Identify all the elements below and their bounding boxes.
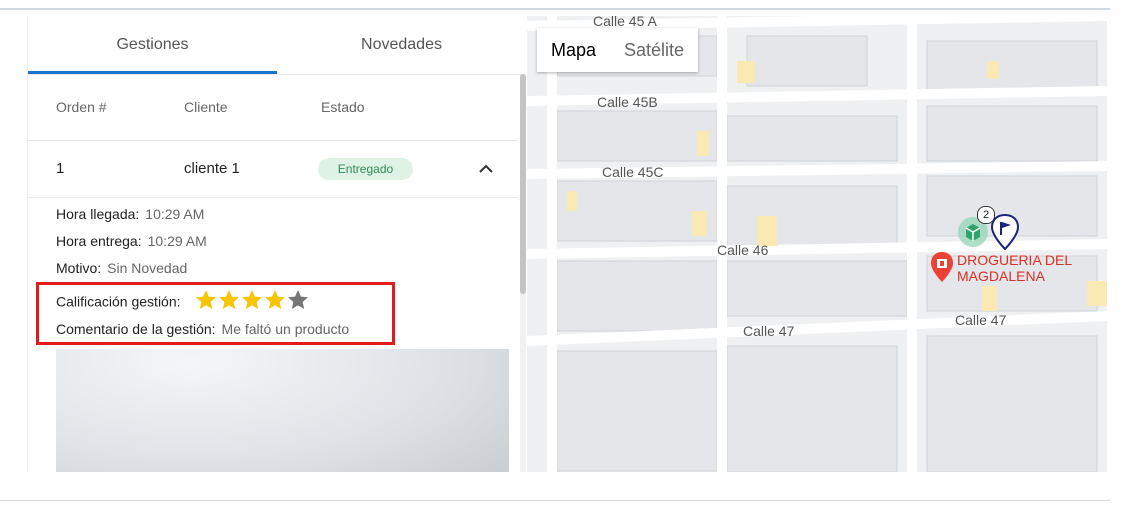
street-label: Calle 46 [717, 242, 769, 258]
poi-pin-icon[interactable] [931, 252, 953, 287]
reason-row: Motivo: Sin Novedad [56, 260, 187, 276]
arrival-time-value: 10:29 AM [145, 206, 205, 222]
scrollbar-thumb[interactable] [520, 74, 526, 294]
status-badge: Entregado [318, 158, 413, 180]
deliveries-panel: Gestiones Novedades Orden # Cliente Esta… [27, 16, 526, 472]
tab-novedades[interactable]: Novedades [277, 16, 526, 74]
street-label: Calle 45C [602, 164, 664, 180]
street-label: Calle 47 [743, 323, 795, 339]
column-header-cliente: Cliente [184, 99, 228, 115]
street-label: Calle 47 [955, 312, 1007, 328]
chevron-up-icon[interactable] [476, 159, 496, 179]
table-header: Orden # Cliente Estado [28, 74, 518, 141]
street-label: Calle 45B [597, 94, 658, 110]
order-number: 1 [56, 160, 65, 177]
flag-marker-icon[interactable] [990, 213, 1020, 255]
top-divider [0, 8, 1110, 10]
street-label: Calle 45 A [593, 16, 657, 29]
delivery-time-value: 10:29 AM [147, 233, 207, 249]
map-type-control: Mapa Satélite [537, 28, 699, 72]
tab-bar: Gestiones Novedades [28, 16, 526, 75]
poi-name-line2[interactable]: MAGDALENA [957, 268, 1045, 284]
map-streets-svg [527, 16, 1107, 472]
reason-label: Motivo: [56, 260, 102, 276]
bottom-divider [0, 500, 1110, 501]
client-name: cliente 1 [184, 160, 240, 177]
tab-gestiones[interactable]: Gestiones [28, 16, 277, 74]
column-header-orden: Orden # [56, 99, 107, 115]
column-header-estado: Estado [321, 99, 365, 115]
map-view[interactable]: Mapa Satélite Calle 45 A Calle 45B Calle… [527, 16, 1107, 472]
delivery-time-row: Hora entrega: 10:29 AM [56, 233, 207, 249]
delivery-time-label: Hora entrega: [56, 233, 142, 249]
arrival-time-label: Hora llegada: [56, 206, 140, 222]
reason-value: Sin Novedad [107, 260, 188, 276]
rating-highlight-box [36, 282, 395, 345]
map-type-map-button[interactable]: Mapa [537, 28, 610, 72]
table-row[interactable]: 1 cliente 1 Entregado [28, 141, 518, 198]
map-type-satellite-button[interactable]: Satélite [610, 28, 698, 72]
delivery-photo[interactable] [56, 349, 509, 472]
arrival-time-row: Hora llegada: 10:29 AM [56, 206, 204, 222]
